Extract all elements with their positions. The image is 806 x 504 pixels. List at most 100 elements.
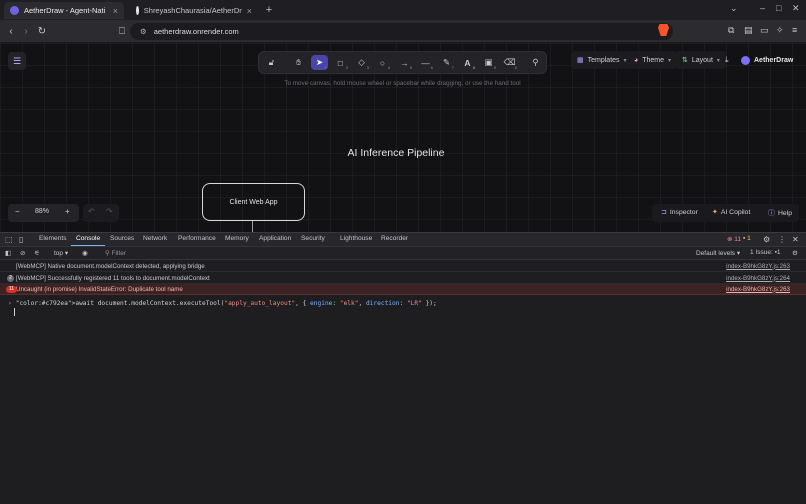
filter-input[interactable]: ⚲ Filter (105, 249, 126, 257)
ellipse-icon[interactable]: ○ 4 (374, 55, 391, 71)
layout-button[interactable]: ⇅ Layout ▾ (676, 51, 726, 69)
close-tab-icon[interactable]: × (113, 6, 118, 16)
device-toolbar-icon[interactable]: ▯ (19, 235, 23, 244)
shapes-icon[interactable]: ⚲ (527, 55, 544, 70)
log-source-link[interactable]: index-B9hkG8zY.js:263 (726, 263, 790, 270)
line-icon[interactable]: —6 (417, 55, 434, 71)
warning-count-badge[interactable]: ▪ 1 (743, 235, 751, 242)
download-icon[interactable]: ⤓ (725, 55, 729, 65)
console-command-text[interactable]: "color:#c792ea">await document.modelCont… (16, 300, 437, 307)
new-tab-button[interactable]: + (262, 2, 276, 18)
pencil-icon[interactable]: ✎ 7 (438, 55, 455, 70)
leo-ai-icon[interactable]: ✧ (776, 25, 784, 36)
forward-icon[interactable]: › (19, 24, 33, 38)
sidebar-icon[interactable]: ▤ (744, 25, 753, 36)
tab-search-icon[interactable]: ⌄ (730, 3, 738, 14)
diagram-node-client-web-app[interactable]: Client Web App (202, 183, 305, 221)
devtools-tab-performance[interactable]: Performance (178, 235, 216, 242)
diagram-title-text[interactable]: AI Inference Pipeline (300, 147, 492, 159)
url-text[interactable]: aetherdraw.onrender.com (154, 27, 239, 36)
log-source-link[interactable]: index-B9hkG8zY.js:264 (726, 275, 790, 282)
inspector-icon: ⊐ (661, 209, 667, 216)
close-window-icon[interactable]: ✕ (792, 3, 800, 14)
help-button[interactable]: ⓘ Help (768, 208, 792, 218)
extensions-icon[interactable]: ⧉ (728, 25, 734, 36)
undo-icon[interactable]: ↶ (88, 207, 95, 216)
bookmark-icon[interactable]: ⎕ (115, 24, 129, 38)
repeat-count-badge: 2 (7, 274, 14, 282)
console-settings-icon[interactable]: ⚟ (34, 249, 40, 257)
shape-toolbar: 🔓︎ ✋︎ ➤ 1 □ 2 ◇ 3 ○ 4 → 5 —6 ✎ 7 A8 ▣ 9 ⌫ 0 ⚲ (258, 51, 547, 74)
zoom-in-button[interactable]: + (65, 207, 70, 216)
console-log-line: [WebMCP] Native document.modelContext de… (0, 261, 806, 272)
issues-button[interactable]: 1 Issue: ▪1 (750, 249, 781, 256)
log-levels-dropdown[interactable]: Default levels ▾ (696, 249, 740, 257)
devtools-settings-icon[interactable]: ⚙ (763, 235, 770, 244)
aetherdraw-logo-icon (741, 55, 750, 65)
diamond-icon[interactable]: ◇ 3 (353, 55, 370, 70)
devtools-more-icon[interactable]: ⋮ (778, 235, 786, 244)
console-history-entry: › "color:#c792ea">await document.modelCo… (0, 297, 806, 309)
browser-menu-icon[interactable]: ≡ (792, 25, 797, 35)
inspect-element-icon[interactable]: ⬚ (5, 235, 13, 244)
minimize-icon[interactable]: – (760, 3, 765, 13)
devtools-tab-recorder[interactable]: Recorder (381, 235, 408, 242)
image-icon[interactable]: ▣ 9 (480, 55, 497, 70)
wallet-icon[interactable]: ▭ (760, 25, 769, 36)
devtools-tab-console[interactable]: Console (76, 235, 100, 242)
arrow-icon[interactable]: → 5 (396, 55, 413, 71)
console-sidebar-icon[interactable]: ◧ (5, 249, 11, 257)
context-selector[interactable]: top ▾ (54, 249, 68, 257)
hand-icon[interactable]: ✋︎ (290, 55, 307, 70)
devtools-tab-security[interactable]: Security (301, 235, 325, 242)
devtools-tab-network[interactable]: Network (143, 235, 167, 242)
node-label: Client Web App (229, 198, 278, 206)
browser-tab-aetherdraw[interactable]: AetherDraw - Agent-Nati × (4, 2, 124, 19)
log-message: Uncaught (in promise) InvalidStateError:… (16, 285, 183, 293)
clear-console-icon[interactable]: ⊘ (20, 249, 25, 257)
close-tab-icon[interactable]: × (247, 6, 252, 16)
console-gear-icon[interactable]: ⚙ (792, 249, 798, 257)
log-message: [WebMCP] Successfully registered 11 tool… (16, 274, 210, 282)
sparkle-icon: ✦ (712, 209, 718, 216)
diagram-connector[interactable] (252, 221, 253, 232)
lock-icon[interactable]: 🔓︎ (263, 55, 280, 70)
chevron-down-icon: ▾ (716, 57, 720, 64)
templates-button[interactable]: ▦ Templates ▾ (571, 51, 633, 69)
address-bar[interactable]: ⚙ aetherdraw.onrender.com (130, 23, 673, 40)
log-levels-label: Default levels (696, 250, 736, 257)
devtools-tab-memory[interactable]: Memory (225, 235, 249, 242)
eraser-icon[interactable]: ⌫ 0 (501, 55, 518, 70)
text-icon[interactable]: A8 (459, 55, 476, 71)
browser-tab-github[interactable]: ShreyashChaurasia/AetherDr × (130, 2, 258, 19)
templates-icon: ▦ (577, 57, 584, 64)
log-source-link[interactable]: index-B9hkG8zY.js:263 (726, 286, 790, 293)
rectangle-icon[interactable]: □ 2 (332, 55, 349, 71)
pointer-icon[interactable]: ➤ 1 (311, 55, 328, 70)
drawing-canvas[interactable]: ☰ 🔓︎ ✋︎ ➤ 1 □ 2 ◇ 3 ○ 4 → 5 —6 ✎ 7 A8 ▣ 9 ⌫ 0 ⚲ … (0, 43, 806, 232)
back-icon[interactable]: ‹ (4, 24, 18, 38)
devtools-tab-lighthouse[interactable]: Lighthouse (340, 235, 372, 242)
zoom-out-button[interactable]: − (15, 207, 20, 216)
devtools-close-icon[interactable]: ✕ (792, 235, 799, 244)
live-expression-icon[interactable]: ◉ (82, 249, 88, 257)
console-error-line[interactable]: 11 Uncaught (in promise) InvalidStateErr… (0, 284, 806, 295)
prompt-chevron-icon: › (8, 299, 12, 307)
console-filter-bar: ◧ ⊘ ⚟ top ▾ ◉ ⚲ Filter Default levels ▾ … (0, 246, 806, 260)
filter-placeholder: Filter (111, 250, 127, 257)
redo-icon[interactable]: ↷ (106, 207, 113, 216)
maximize-icon[interactable]: □ (776, 3, 781, 13)
error-count-badge[interactable]: ⊗ 11 (727, 235, 741, 243)
site-info-icon[interactable]: ⚙ (140, 27, 147, 36)
devtools-tab-elements[interactable]: Elements (39, 235, 67, 242)
inspector-button[interactable]: ⊐ Inspector (661, 208, 698, 217)
devtools-tab-application[interactable]: Application (259, 235, 291, 242)
main-menu-button[interactable]: ☰ (8, 52, 26, 70)
theme-button[interactable]: ◕ Theme ▾ (628, 51, 678, 69)
zoom-level[interactable]: 88% (35, 208, 49, 215)
console-input-caret[interactable] (14, 308, 15, 316)
reload-icon[interactable]: ↻ (35, 24, 49, 38)
devtools-tab-sources[interactable]: Sources (110, 235, 134, 242)
ai-copilot-button[interactable]: ✦ AI Copilot (712, 208, 750, 217)
layout-icon: ⇅ (682, 57, 688, 64)
